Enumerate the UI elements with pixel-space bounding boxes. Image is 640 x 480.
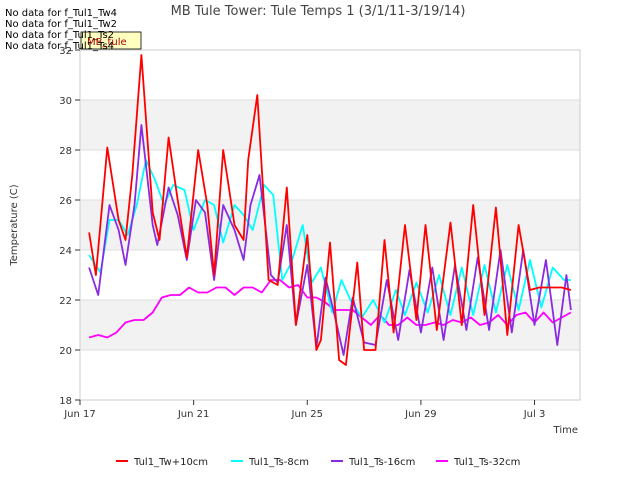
x-tick-label-0: Jun 17 xyxy=(63,409,96,420)
x-tick-label-3: Jun 29 xyxy=(404,409,437,420)
y-axis-label: Temperature (C) xyxy=(9,184,20,266)
legend-label-3: Tul1_Ts-32cm xyxy=(453,457,520,468)
chart: 1820222426283032 Jun 17 Jun 21 Jun 25 Jun 2… xyxy=(0,0,640,480)
x-tick-label-1: Jun 21 xyxy=(177,409,210,420)
y-tick-label-30: 30 xyxy=(59,96,72,107)
legend-label-0: Tul1_Tw+10cm xyxy=(133,457,208,468)
y-tick-label-22: 22 xyxy=(59,296,72,307)
no-data-message-4: No data for f_Tul1_Ts4 xyxy=(5,41,115,52)
grid-band-2 xyxy=(80,100,580,150)
chart-title: MB Tule Tower: Tule Temps 1 (3/1/11-3/19… xyxy=(171,4,466,19)
no-data-message-2: No data for f_Tul1_Tw2 xyxy=(5,19,117,30)
x-tick-label-4: Jul 3 xyxy=(523,409,546,420)
legend-label-1: Tul1_Ts-8cm xyxy=(248,457,309,468)
y-tick-label-24: 24 xyxy=(59,246,72,257)
y-tick-label-26: 26 xyxy=(59,196,72,207)
y-tick-label-18: 18 xyxy=(59,396,72,407)
x-axis-label: Time xyxy=(553,425,578,436)
x-tick-label-2: Jun 25 xyxy=(291,409,324,420)
y-tick-label-28: 28 xyxy=(59,146,72,157)
no-data-message-3: No data for f_Tul1_Ts2 xyxy=(5,30,115,41)
legend-label-2: Tul1_Ts-16cm xyxy=(348,457,415,468)
no-data-message-1: No data for f_Tul1_Tw4 xyxy=(5,8,117,19)
y-tick-label-20: 20 xyxy=(59,346,72,357)
